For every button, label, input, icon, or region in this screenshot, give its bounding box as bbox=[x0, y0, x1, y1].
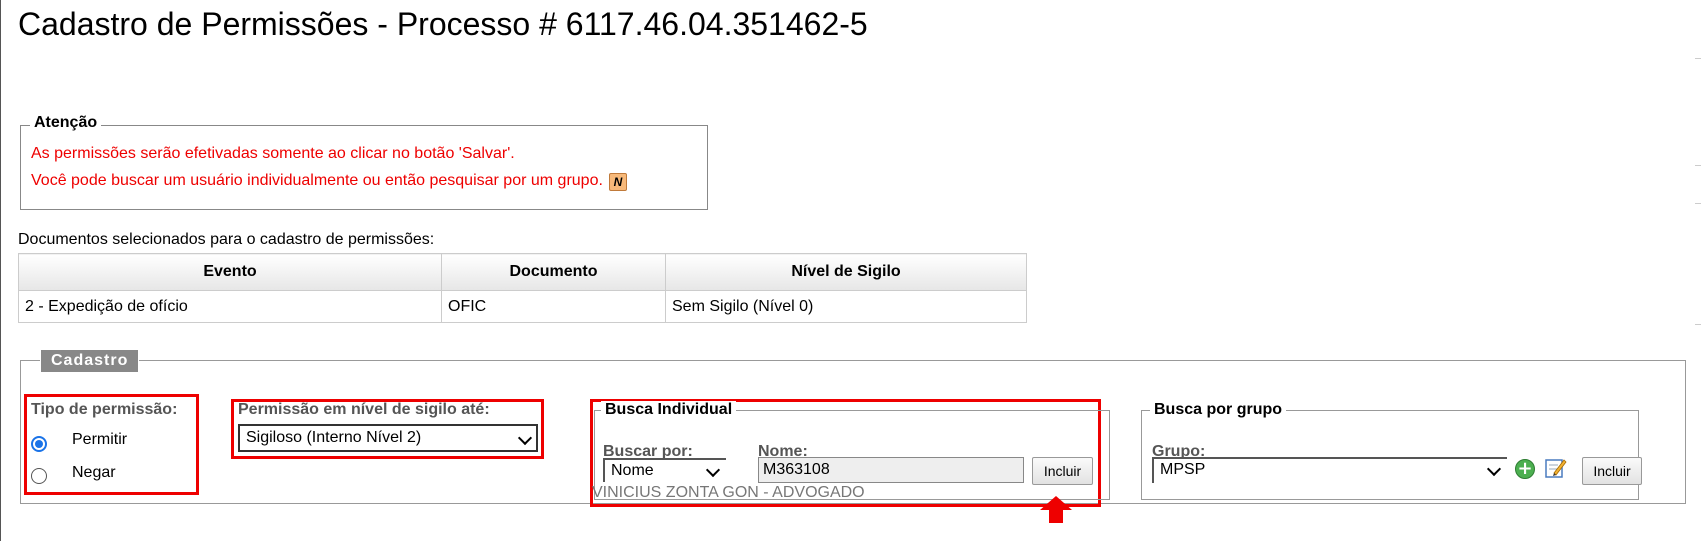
chevron-down-icon bbox=[517, 430, 533, 446]
buscar-por-value: Nome bbox=[611, 462, 654, 479]
n-icon[interactable]: N bbox=[608, 173, 627, 191]
tipo-permissao-label: Tipo de permissão: bbox=[31, 401, 178, 418]
nome-input[interactable]: M363108 bbox=[758, 457, 1024, 483]
nivel-sigilo-label: Permissão em nível de sigilo até: bbox=[238, 401, 490, 418]
permitir-label[interactable]: Permitir bbox=[72, 431, 127, 449]
page-title: Cadastro de Permissões - Processo # 6117… bbox=[18, 6, 868, 42]
red-arrow-stem bbox=[1049, 509, 1063, 523]
busca-grupo-legend: Busca por grupo bbox=[1150, 401, 1287, 419]
busca-grupo-box bbox=[1141, 410, 1639, 500]
window-left-border bbox=[0, 0, 1, 541]
nivel-sigilo-select[interactable]: Sigiloso (Interno Nível 2) bbox=[238, 424, 538, 452]
add-group-icon[interactable]: + bbox=[1515, 459, 1535, 479]
right-edge-mark bbox=[1695, 165, 1701, 166]
attention-line-2: Você pode buscar um usuário individualme… bbox=[31, 172, 603, 189]
permitir-radio[interactable] bbox=[31, 436, 47, 452]
buscar-por-select[interactable]: Nome bbox=[603, 458, 726, 482]
attention-box bbox=[20, 125, 708, 210]
chevron-down-icon bbox=[1486, 461, 1502, 477]
incluir-grupo-button[interactable]: Incluir bbox=[1582, 457, 1642, 485]
edit-icon[interactable] bbox=[1545, 457, 1567, 479]
attention-line-2-wrap: Você pode buscar um usuário individualme… bbox=[31, 172, 627, 191]
cadastro-legend: Cadastro bbox=[40, 349, 140, 373]
cell-nivel-sigilo: Sem Sigilo (Nível 0) bbox=[665, 290, 1027, 323]
documents-table: Evento Documento Nível de Sigilo 2 - Exp… bbox=[18, 253, 1027, 323]
negar-radio[interactable] bbox=[31, 468, 47, 484]
col-header-nivel-sigilo: Nível de Sigilo bbox=[665, 253, 1027, 291]
right-edge-mark bbox=[1695, 324, 1701, 325]
right-edge-mark bbox=[1695, 203, 1701, 204]
cell-documento: OFIC bbox=[441, 290, 666, 323]
col-header-evento: Evento bbox=[18, 253, 442, 291]
table-row: 2 - Expedição de ofício OFIC Sem Sigilo … bbox=[18, 290, 1027, 323]
documents-caption: Documentos selecionados para o cadastro … bbox=[18, 231, 435, 248]
grupo-select[interactable]: MPSP bbox=[1152, 457, 1507, 483]
attention-line-1: As permissões serão efetivadas somente a… bbox=[31, 145, 515, 162]
negar-label[interactable]: Negar bbox=[72, 464, 116, 482]
chevron-down-icon bbox=[705, 462, 721, 478]
attention-legend: Atenção bbox=[30, 114, 102, 132]
right-edge-mark bbox=[1695, 58, 1701, 59]
red-arrow-up-icon bbox=[1040, 496, 1072, 510]
col-header-documento: Documento bbox=[441, 253, 666, 291]
busca-individual-result[interactable]: VINICIUS ZONTA GON - ADVOGADO bbox=[592, 484, 865, 502]
nivel-sigilo-value: Sigiloso (Interno Nível 2) bbox=[246, 429, 422, 446]
cell-evento: 2 - Expedição de ofício bbox=[18, 290, 442, 323]
incluir-individual-button[interactable]: Incluir bbox=[1032, 457, 1093, 485]
grupo-value: MPSP bbox=[1160, 461, 1206, 478]
busca-individual-legend: Busca Individual bbox=[601, 401, 737, 419]
